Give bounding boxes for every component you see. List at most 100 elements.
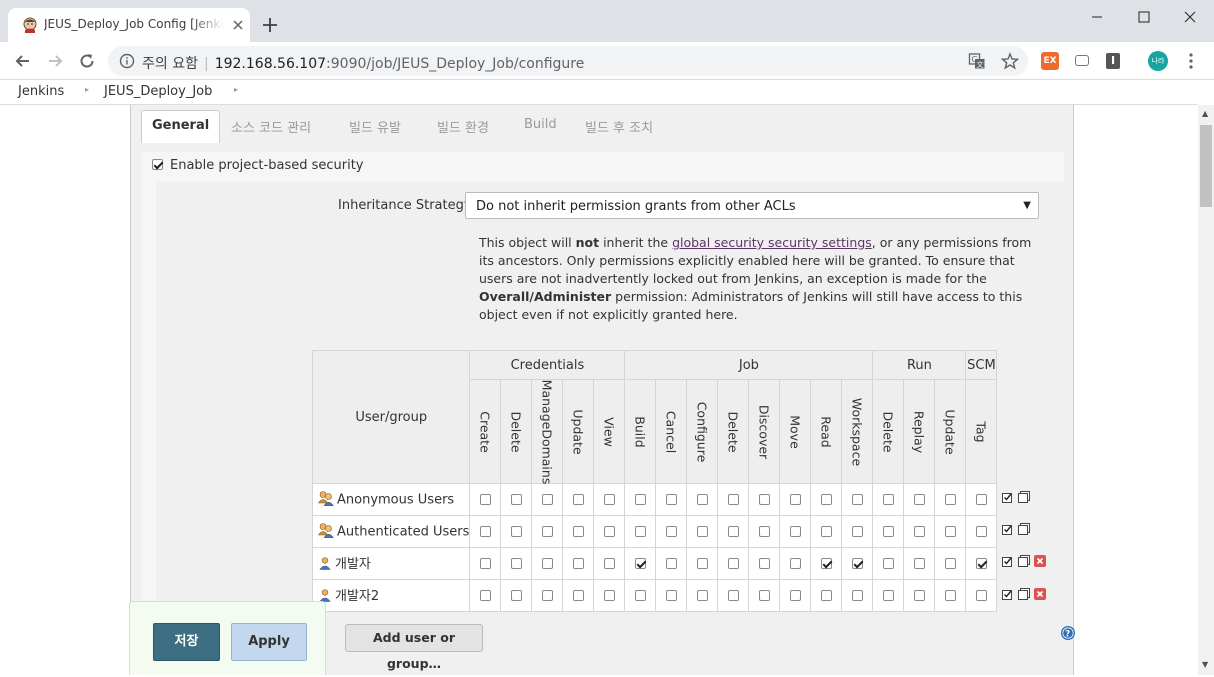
permission-checkbox[interactable] <box>882 590 894 601</box>
permission-checkbox[interactable] <box>696 558 708 569</box>
translate-icon[interactable]: G 文 <box>968 52 986 70</box>
permission-checkbox[interactable] <box>665 526 677 537</box>
permission-checkbox[interactable] <box>820 526 832 537</box>
more-menu-icon[interactable] <box>1183 52 1199 70</box>
minimize-window-icon[interactable] <box>1086 6 1108 28</box>
permission-checkbox[interactable] <box>913 494 925 505</box>
back-arrow-icon[interactable] <box>13 51 33 71</box>
page-scrollbar[interactable]: ▲ ▼ <box>1198 105 1214 675</box>
global-security-link[interactable]: global security security settings <box>672 235 872 250</box>
apply-button[interactable]: Apply <box>231 623 307 661</box>
remove-icon[interactable] <box>1034 587 1046 600</box>
permission-checkbox[interactable] <box>634 526 646 537</box>
tab-build-triggers[interactable]: 빌드 유발 <box>349 117 401 136</box>
permission-checkbox[interactable] <box>820 494 832 505</box>
permission-checkbox[interactable] <box>913 526 925 537</box>
permission-checkbox[interactable] <box>882 558 894 569</box>
permission-checkbox[interactable] <box>975 590 987 601</box>
scroll-up-arrow-icon[interactable]: ▲ <box>1202 109 1208 118</box>
permission-checkbox[interactable] <box>696 526 708 537</box>
select-all-icon[interactable] <box>1002 588 1014 600</box>
permission-checkbox[interactable] <box>913 558 925 569</box>
tab-source-code[interactable]: 소스 코드 관리 <box>231 117 311 136</box>
permission-checkbox[interactable] <box>851 590 863 601</box>
permission-checkbox[interactable] <box>541 558 553 569</box>
extension-cast-icon[interactable] <box>1075 55 1089 66</box>
permission-checkbox[interactable] <box>665 558 677 569</box>
permission-checkbox[interactable] <box>603 526 615 537</box>
permission-checkbox[interactable] <box>541 526 553 537</box>
permission-checkbox[interactable] <box>975 558 987 569</box>
save-button[interactable]: 저장 <box>153 623 220 661</box>
profile-avatar[interactable]: 나라 <box>1148 51 1168 71</box>
unselect-all-icon[interactable] <box>1018 491 1030 503</box>
close-window-icon[interactable] <box>1179 6 1201 28</box>
permission-checkbox[interactable] <box>789 558 801 569</box>
breadcrumb-arrow-icon[interactable]: ▸ <box>234 85 238 94</box>
permission-checkbox[interactable] <box>882 526 894 537</box>
enable-security-checkbox[interactable] <box>152 159 163 170</box>
breadcrumb-jenkins[interactable]: Jenkins <box>18 84 64 99</box>
permission-checkbox[interactable] <box>634 494 646 505</box>
permission-checkbox[interactable] <box>851 558 863 569</box>
extension-ex-icon[interactable]: EX <box>1041 52 1059 70</box>
permission-checkbox[interactable] <box>789 526 801 537</box>
permission-checkbox[interactable] <box>541 494 553 505</box>
permission-checkbox[interactable] <box>665 590 677 601</box>
permission-checkbox[interactable] <box>665 494 677 505</box>
permission-checkbox[interactable] <box>758 590 770 601</box>
permission-checkbox[interactable] <box>510 526 522 537</box>
permission-checkbox[interactable] <box>479 558 491 569</box>
breadcrumb-arrow-icon[interactable]: ▸ <box>85 85 89 94</box>
permission-checkbox[interactable] <box>944 558 956 569</box>
permission-checkbox[interactable] <box>479 590 491 601</box>
permission-checkbox[interactable] <box>975 526 987 537</box>
scrollbar-thumb[interactable] <box>1200 125 1212 207</box>
help-icon[interactable]: ? <box>1060 625 1076 641</box>
permission-checkbox[interactable] <box>944 526 956 537</box>
select-all-icon[interactable] <box>1002 523 1014 536</box>
permission-checkbox[interactable] <box>510 558 522 569</box>
permission-checkbox[interactable] <box>696 590 708 601</box>
new-tab-icon[interactable] <box>261 16 279 34</box>
bookmark-star-icon[interactable] <box>1001 52 1019 70</box>
permission-checkbox[interactable] <box>913 590 925 601</box>
permission-checkbox[interactable] <box>789 590 801 601</box>
permission-checkbox[interactable] <box>510 494 522 505</box>
permission-checkbox[interactable] <box>603 590 615 601</box>
permission-checkbox[interactable] <box>944 494 956 505</box>
permission-checkbox[interactable] <box>603 494 615 505</box>
permission-checkbox[interactable] <box>851 494 863 505</box>
permission-checkbox[interactable] <box>603 558 615 569</box>
close-tab-icon[interactable] <box>230 17 246 33</box>
tab-post-build[interactable]: 빌드 후 조치 <box>585 117 653 136</box>
permission-checkbox[interactable] <box>541 590 553 601</box>
tab-build-environment[interactable]: 빌드 환경 <box>437 117 489 136</box>
permission-checkbox[interactable] <box>758 526 770 537</box>
permission-checkbox[interactable] <box>727 526 739 537</box>
tab-general[interactable]: General <box>141 110 221 143</box>
permission-checkbox[interactable] <box>820 558 832 569</box>
reload-icon[interactable] <box>77 51 97 71</box>
inheritance-strategy-select[interactable]: Do not inherit permission grants from ot… <box>465 192 1039 219</box>
browser-tab[interactable]: JEUS_Deploy_Job Config [Jenkins] <box>8 8 250 42</box>
permission-checkbox[interactable] <box>479 526 491 537</box>
select-all-icon[interactable] <box>1002 491 1014 503</box>
permission-checkbox[interactable] <box>572 590 584 601</box>
permission-checkbox[interactable] <box>572 526 584 537</box>
permission-checkbox[interactable] <box>727 558 739 569</box>
permission-checkbox[interactable] <box>882 494 894 505</box>
permission-checkbox[interactable] <box>944 590 956 601</box>
permission-checkbox[interactable] <box>572 558 584 569</box>
permission-checkbox[interactable] <box>975 494 987 505</box>
remove-icon[interactable] <box>1034 555 1046 568</box>
info-icon[interactable] <box>119 53 135 69</box>
address-bar[interactable]: 주의 요함 | 192.168.56.107:9090/job/JEUS_Deplo… <box>108 46 1028 76</box>
breadcrumb-job[interactable]: JEUS_Deploy_Job <box>104 84 212 99</box>
add-user-button[interactable]: Add user or group… <box>345 624 483 671</box>
permission-checkbox[interactable] <box>479 494 491 505</box>
permission-checkbox[interactable] <box>789 494 801 505</box>
select-all-icon[interactable] <box>1002 555 1014 568</box>
permission-checkbox[interactable] <box>572 494 584 505</box>
permission-checkbox[interactable] <box>758 558 770 569</box>
